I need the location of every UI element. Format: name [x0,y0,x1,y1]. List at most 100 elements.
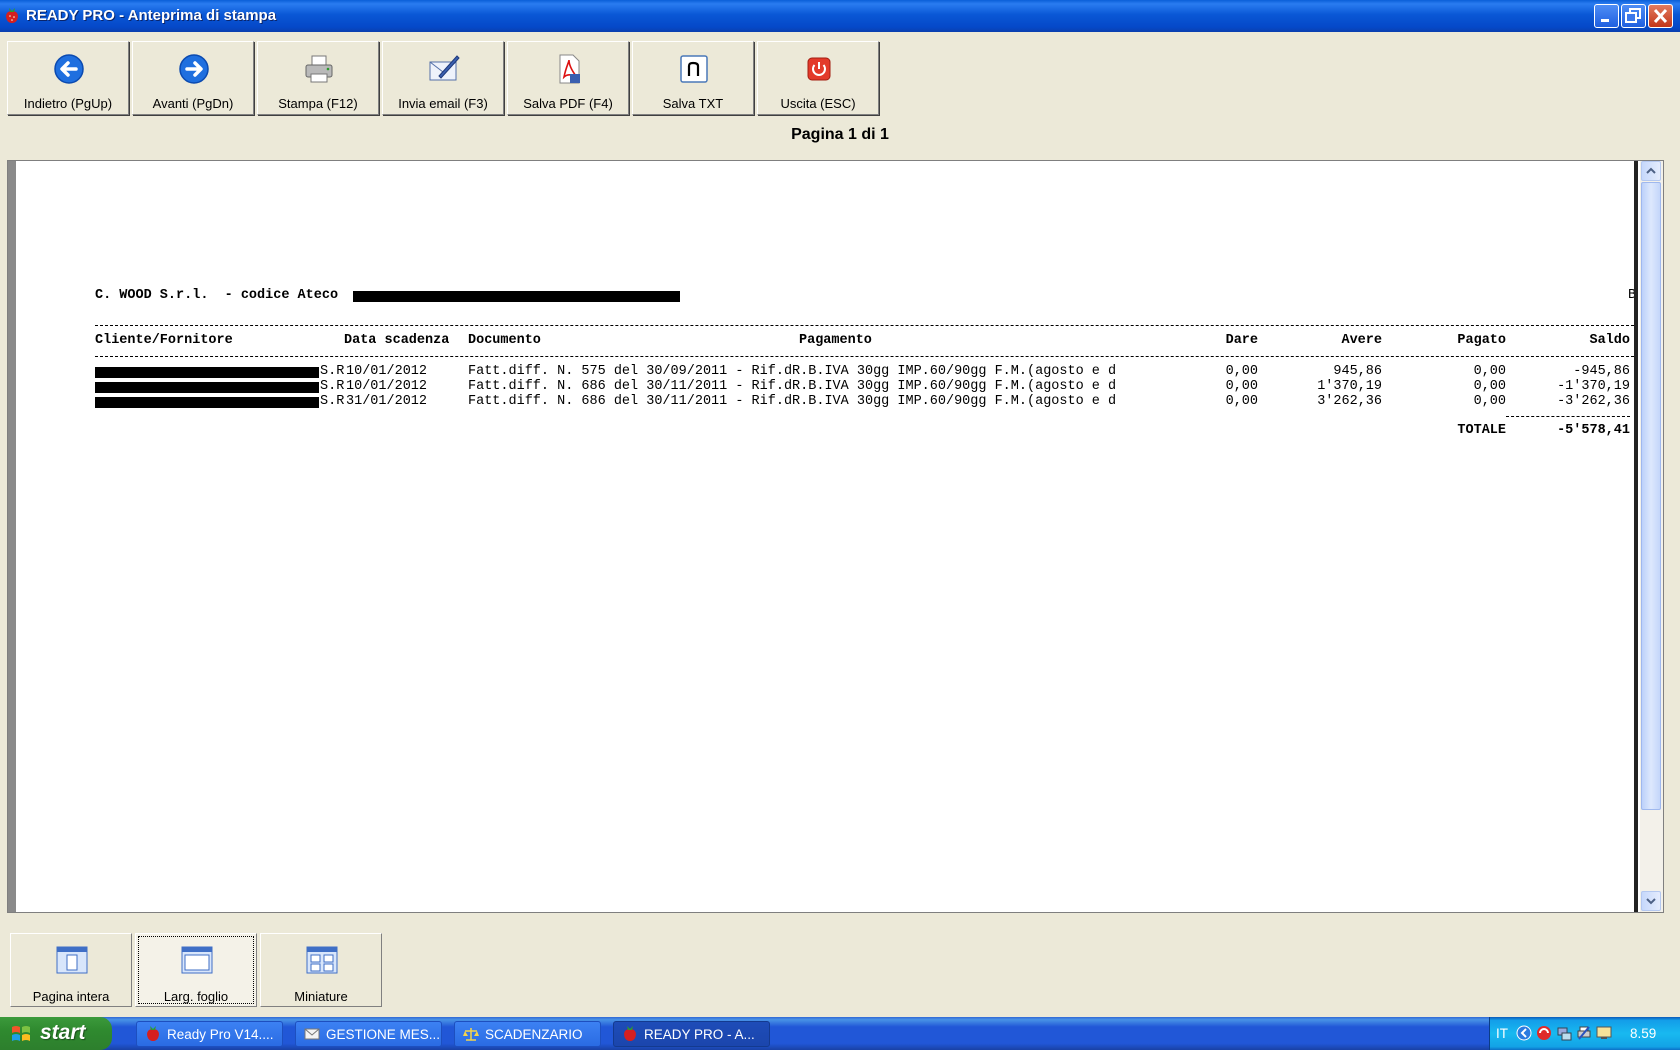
page-shadow-right [1634,161,1638,912]
start-button[interactable]: start [0,1017,112,1050]
row-3-dare: 0,00 [1225,394,1258,409]
page-indicator: Pagina 1 di 1 [791,126,889,143]
page-width-button[interactable]: Larg. foglio [135,933,257,1007]
language-indicator[interactable]: IT [1496,1026,1508,1041]
row-3-cliente: S.R [320,394,345,409]
scroll-up-button[interactable] [1641,161,1661,181]
row-3-saldo: -3'262,36 [1557,394,1630,409]
row-1-saldo: -945,86 [1573,364,1630,379]
minimize-button[interactable] [1594,4,1619,28]
exit-button[interactable]: Uscita (ESC) [757,41,879,115]
task-ready-pro-preview[interactable]: READY PRO - A... [613,1021,770,1047]
monitor-icon[interactable] [1596,1025,1612,1041]
title-bar[interactable]: READY PRO - Anteprima di stampa [0,0,1680,32]
network-icon[interactable] [1556,1025,1572,1041]
row-1-dare: 0,00 [1225,364,1258,379]
row-2-avere: 1'370,19 [1317,379,1382,394]
col-header-pagamento: Pagamento [799,333,872,348]
save-txt-label: Salva TXT [662,96,724,111]
row-2-pagato: 0,00 [1473,379,1506,394]
task-label: Ready Pro V14.... [167,1027,274,1042]
page-width-icon [181,946,213,974]
row-3-documento: Fatt.diff. N. 686 del 30/11/2011 - Rif.d… [468,394,1117,409]
col-header-dare: Dare [1225,333,1258,348]
thumbnails-icon [306,946,338,974]
task-scadenzario[interactable]: SCADENZARIO [454,1021,601,1047]
strawberry-app-icon [6,8,18,23]
power-icon [807,57,831,81]
taskbar: start Ready Pro V14.... GESTIONE MES... … [0,1017,1680,1050]
arrow-right-icon [179,54,209,84]
redaction-mark [95,367,319,378]
back-label: Indietro (PgUp) [23,96,113,111]
save-txt-button[interactable]: Salva TXT [632,41,754,115]
row-2-cliente: S.R [320,379,345,394]
row-3-pagato: 0,00 [1473,394,1506,409]
task-ready-pro[interactable]: Ready Pro V14.... [136,1021,283,1047]
separator-line [95,325,1634,326]
close-icon [1653,8,1668,24]
strawberry-app-icon [147,1026,159,1041]
scroll-down-button[interactable] [1641,891,1661,911]
print-label: Stampa (F12) [278,96,358,111]
start-label: start [40,1021,86,1044]
strawberry-app-icon [624,1026,636,1041]
row-3-avere: 3'262,36 [1317,394,1382,409]
email-icon [429,55,460,81]
chevron-down-icon [1646,898,1656,905]
text-file-icon [680,55,708,83]
row-2-saldo: -1'370,19 [1557,379,1630,394]
forward-button[interactable]: Avanti (PgDn) [132,41,254,115]
thumbnails-label: Miniature [294,989,348,1004]
task-label: READY PRO - A... [644,1027,755,1042]
scales-icon [463,1028,479,1041]
row-1-pagato: 0,00 [1473,364,1506,379]
full-page-icon [56,946,88,974]
email-button[interactable]: Invia email (F3) [382,41,504,115]
redaction-mark [95,397,319,408]
maximize-button[interactable] [1621,4,1646,28]
thumbnails-button[interactable]: Miniature [260,933,382,1007]
close-button[interactable] [1648,4,1673,28]
pdf-icon [559,54,580,84]
task-label: SCADENZARIO [485,1027,583,1042]
row-2-dare: 0,00 [1225,379,1258,394]
redaction-mark [95,382,319,393]
clock[interactable]: 8.59 [1630,1026,1656,1041]
print-preview[interactable]: C. WOOD S.r.l. - codice Ateco B Cliente/… [7,160,1664,913]
col-header-pagato: Pagato [1457,333,1506,348]
back-button[interactable]: Indietro (PgUp) [7,41,129,115]
row-1-cliente: S.R [320,364,345,379]
col-header-documento: Documento [468,333,541,348]
task-label: GESTIONE MES... [326,1027,441,1042]
col-header-avere: Avere [1341,333,1382,348]
chevron-left-icon[interactable] [1516,1025,1532,1041]
print-button[interactable]: Stampa (F12) [257,41,379,115]
minimize-icon [1601,19,1609,22]
page-width-label: Larg. foglio [163,989,229,1004]
totale-label: TOTALE [1457,423,1506,438]
col-header-data: Data scadenza [344,333,450,348]
row-1-data: 10/01/2012 [346,364,428,379]
forward-label: Avanti (PgDn) [152,96,234,111]
total-separator-line [1506,416,1630,417]
printer-tray-icon[interactable] [1576,1025,1592,1041]
envelope-icon [304,1028,320,1040]
row-1-avere: 945,86 [1333,364,1382,379]
totale-value: -5'578,41 [1557,423,1630,438]
save-pdf-label: Salva PDF (F4) [523,96,613,111]
windows-logo-icon [12,1026,30,1041]
vertical-scrollbar[interactable] [1640,161,1663,912]
system-tray: IT 8.59 [1489,1017,1680,1050]
window-title: READY PRO - Anteprima di stampa [26,7,277,24]
redaction-mark [353,291,680,302]
exit-label: Uscita (ESC) [780,96,856,111]
full-page-button[interactable]: Pagina intera [10,933,132,1007]
antivirus-icon[interactable] [1536,1025,1552,1041]
chevron-up-icon [1646,167,1656,174]
task-gestione[interactable]: GESTIONE MES... [295,1021,442,1047]
separator-line [95,356,1634,357]
save-pdf-button[interactable]: Salva PDF (F4) [507,41,629,115]
restore-icon [1625,8,1641,23]
scroll-thumb[interactable] [1641,182,1661,810]
